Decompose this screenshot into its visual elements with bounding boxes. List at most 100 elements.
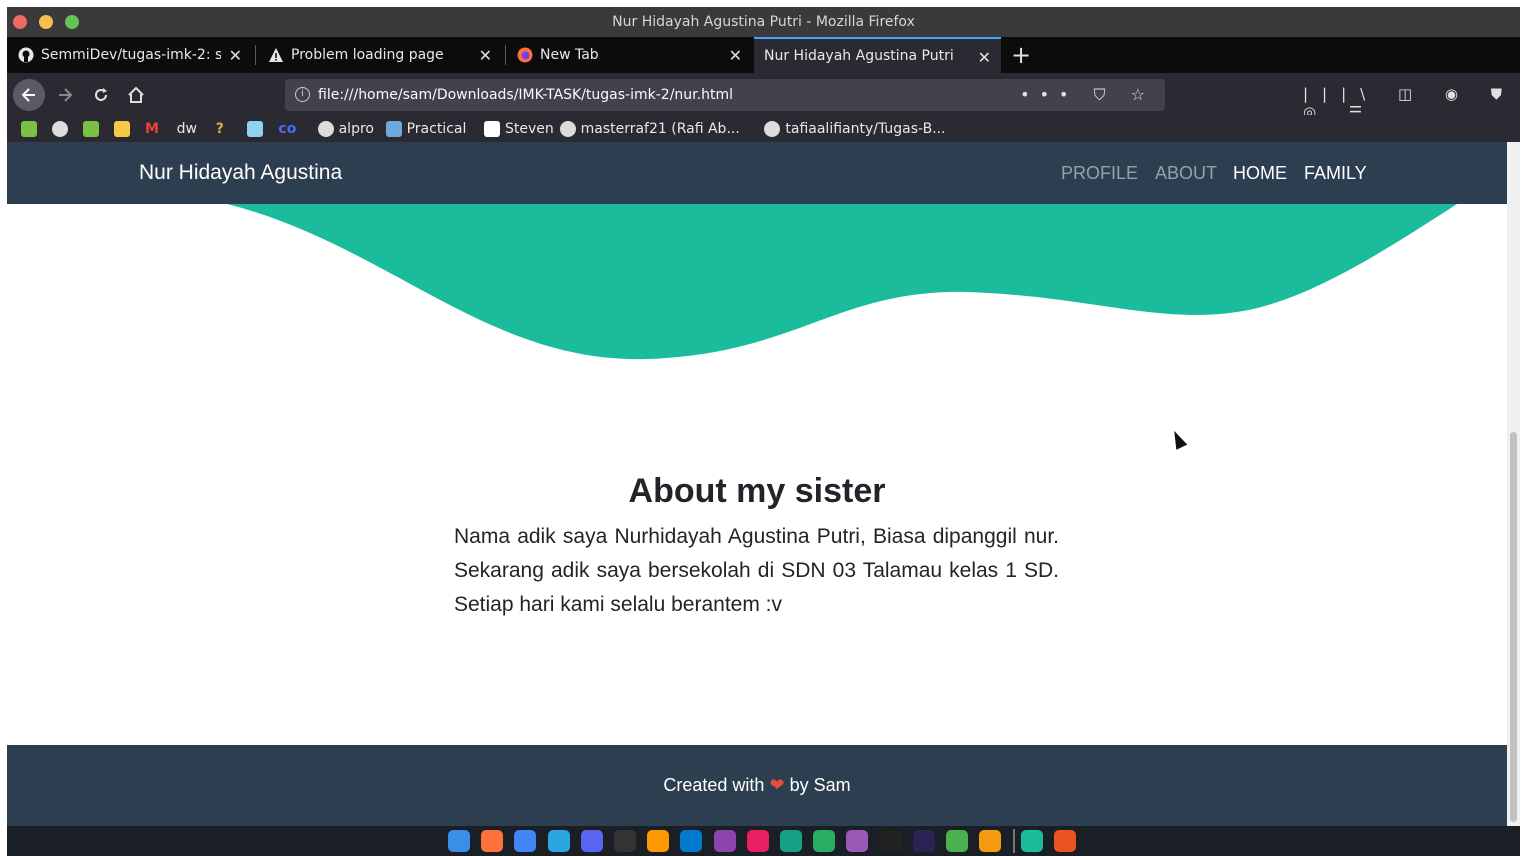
bookmark-icon-1 [21,121,37,137]
nav-link-about[interactable]: ABOUT [1155,163,1217,184]
reload-icon [95,88,107,101]
bookmark-label: tafiaalifianty/Tugas-B... [785,121,946,137]
sublime-icon[interactable] [647,830,670,852]
github-icon [764,121,781,137]
bookmark-item[interactable]: alpro [317,119,374,139]
reload-button[interactable] [85,79,117,111]
new-tab-button[interactable]: + [1011,41,1031,69]
site-footer: Created with ❤ by Sam [7,745,1507,826]
bookmark-icon-4 [114,121,130,137]
bookmark-item[interactable]: Steven [484,119,554,139]
hex-icon [247,121,264,137]
tab-label: New Tab [540,47,599,63]
bookmark-item[interactable] [52,119,73,139]
tab-active-page[interactable]: Nur Hidayah Agustina Putri ✕ [754,37,1001,73]
forward-button[interactable] [49,79,81,111]
tab-problem-loading[interactable]: Problem loading page ✕ [257,37,502,73]
bookmark-label: Practical [406,121,467,137]
telegram-icon[interactable] [547,830,570,852]
nav-link-profile[interactable]: PROFILE [1061,163,1138,184]
close-icon[interactable]: ✕ [978,48,991,67]
tab-label: Nur Hidayah Agustina Putri [764,48,954,64]
firefox-icon[interactable] [481,830,504,852]
mongodb-icon[interactable] [946,830,968,852]
github-icon [17,46,35,64]
bookmark-item[interactable] [83,119,104,139]
rocket-icon [385,121,402,137]
wave-divider [227,204,1457,360]
bookmark-item[interactable]: Practical [385,119,467,139]
about-paragraph: Nama adik saya Nurhidayah Agustina Putri… [454,525,1059,616]
close-icon[interactable]: ✕ [729,46,742,65]
dbeaver-icon[interactable] [979,830,1002,852]
bookmarks-bar: Mdw? co alpro Practical Steven masterraf21 (R… [7,115,1520,142]
tab-github-repo[interactable]: SemmiDev/tugas-imk-2: sin ✕ [7,37,252,73]
window-title: Nur Hidayah Agustina Putri - Mozilla Fir… [612,14,915,30]
jetbrains-icon[interactable] [879,830,902,852]
finder-icon[interactable] [448,830,470,852]
site-brand[interactable]: Nur Hidayah Agustina [139,161,342,185]
arrow-right-icon [59,88,73,102]
discord-icon[interactable] [580,830,603,852]
site-navbar: Nur Hidayah Agustina PROFILE ABOUT HOME … [7,142,1507,204]
nav-link-home[interactable]: HOME [1233,163,1287,184]
tab-label: Problem loading page [291,47,444,63]
url-text[interactable]: file:///home/sam/Downloads/IMK-TASK/tuga… [318,87,733,103]
firefox-icon [516,46,534,64]
about-heading: About my sister [628,472,886,510]
bookmark-label: dw [176,121,197,137]
info-icon[interactable]: i [295,87,310,102]
home-button[interactable] [120,79,152,111]
nav-link-family[interactable]: FAMILY [1304,163,1367,184]
screen: Nur Hidayah Agustina Putri - Mozilla Fir… [0,0,1523,856]
bookmark-label: masterraf21 (Rafi Ab... [580,121,740,137]
close-icon[interactable]: ✕ [229,46,242,65]
bookmark-label: M [145,121,159,137]
datagrip-icon[interactable] [813,830,836,852]
bookmark-icon-3 [83,121,99,137]
tab-new-tab[interactable]: New Tab ✕ [506,37,752,73]
bookmark-item[interactable] [247,119,268,139]
terminal-icon[interactable] [614,830,636,852]
tab-label: SemmiDev/tugas-imk-2: sin [41,47,221,63]
browser-toolbar: i file:///home/sam/Downloads/IMK-TASK/tu… [7,73,1520,121]
dock-separator [1013,829,1015,853]
goland-icon[interactable] [713,830,736,852]
back-button[interactable] [13,79,45,111]
url-bar[interactable]: i file:///home/sam/Downloads/IMK-TASK/tu… [285,79,1165,111]
ubuntu-icon[interactable] [1054,830,1077,852]
eclipse-icon[interactable] [912,830,935,852]
page-scrollbar[interactable] [1507,142,1520,826]
files-icon[interactable] [1021,830,1044,852]
heart-icon: ❤ [769,775,785,795]
system-dock [7,826,1520,856]
vscode-icon[interactable] [680,830,703,852]
bookmark-item[interactable]: co [278,119,296,139]
scrollbar-thumb[interactable] [1510,432,1517,822]
github-icon [317,121,334,137]
bookmark-item[interactable]: ? [216,119,224,139]
bookmark-item[interactable]: masterraf21 (Rafi Ab... [559,119,740,139]
bookmark-item[interactable]: M [145,119,159,139]
footer-text-before: Created with [663,775,765,795]
bookmark-item[interactable] [21,119,42,139]
bookmark-item[interactable]: dw [177,119,197,139]
chrome-icon[interactable] [514,830,537,852]
window-titlebar: Nur Hidayah Agustina Putri - Mozilla Fir… [7,7,1520,37]
github-icon [559,121,576,137]
bookmark-label: alpro [338,121,374,137]
webstorm-icon[interactable] [780,830,802,852]
footer-credit: Created with ❤ by Sam [7,775,1507,796]
dev-icon [484,121,500,137]
tab-separator [255,45,256,65]
phpstorm-icon[interactable] [846,830,869,852]
bookmark-label: Steven [505,121,554,137]
bookmark-item[interactable] [114,119,135,139]
close-icon[interactable]: ✕ [479,46,492,65]
bookmark-item[interactable]: tafiaalifianty/Tugas-B... [764,119,946,139]
page-actions[interactable]: ••• ⛉ ☆ [1020,85,1155,105]
footer-text-after: by Sam [789,775,851,795]
intellij-icon[interactable] [746,830,769,852]
arrow-left-icon [21,88,35,102]
bookmark-label: co [278,121,297,137]
